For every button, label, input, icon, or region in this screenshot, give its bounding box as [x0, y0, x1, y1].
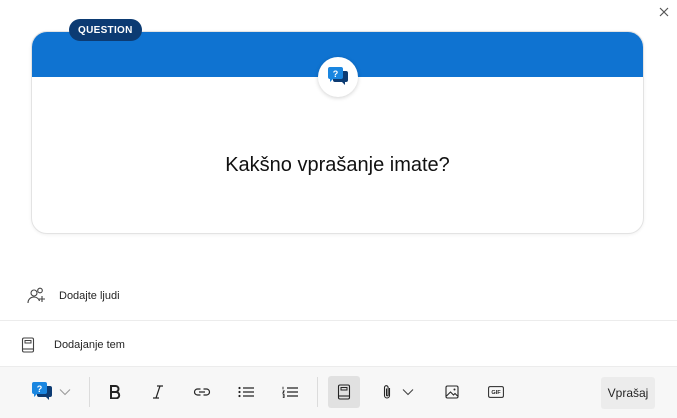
svg-text:?: ? [333, 69, 339, 79]
close-button[interactable] [654, 3, 674, 21]
add-people-icon [27, 287, 47, 305]
image-icon [445, 385, 459, 399]
question-bubble-icon: ? [328, 67, 348, 85]
bulleted-list-icon [238, 386, 254, 398]
toolbar-separator [317, 377, 318, 407]
ask-button[interactable]: Vprašaj [601, 377, 655, 409]
close-icon [659, 7, 669, 17]
add-topics-label: Dodajanje tem [54, 339, 125, 351]
chevron-down-icon [59, 389, 71, 396]
numbered-list-button[interactable] [277, 376, 303, 408]
link-icon [193, 388, 211, 396]
bold-icon [110, 385, 121, 399]
italic-button[interactable] [145, 376, 171, 408]
gif-button[interactable]: GIF [482, 376, 510, 408]
topics-button[interactable] [328, 376, 360, 408]
toolbar-separator [89, 377, 90, 407]
question-type-icon: ? [32, 382, 52, 400]
compose-toolbar: ? GIF Vprašaj [0, 367, 677, 418]
add-topics-row[interactable]: Dodajanje tem [0, 332, 677, 358]
bulleted-list-button[interactable] [233, 376, 259, 408]
book-icon [21, 337, 35, 353]
question-type-dropdown[interactable]: ? [27, 376, 75, 408]
gif-label: GIF [491, 390, 501, 396]
add-people-row[interactable]: Dodajte ljudi [0, 283, 677, 309]
bold-button[interactable] [102, 376, 128, 408]
question-title[interactable]: Kakšno vprašanje imate? [32, 154, 643, 177]
numbered-list-icon [282, 386, 298, 398]
link-button[interactable] [189, 376, 215, 408]
add-people-label: Dodajte ljudi [59, 290, 120, 302]
attach-file-button[interactable] [376, 376, 420, 408]
image-button[interactable] [438, 376, 466, 408]
book-icon [337, 384, 351, 400]
question-icon-circle: ? [318, 57, 358, 97]
question-badge: QUESTION [69, 19, 142, 41]
gif-icon: GIF [488, 386, 504, 398]
svg-text:?: ? [37, 384, 43, 394]
chevron-down-icon [402, 389, 414, 396]
italic-icon [153, 385, 163, 399]
divider [0, 320, 677, 321]
attach-icon [383, 385, 391, 399]
